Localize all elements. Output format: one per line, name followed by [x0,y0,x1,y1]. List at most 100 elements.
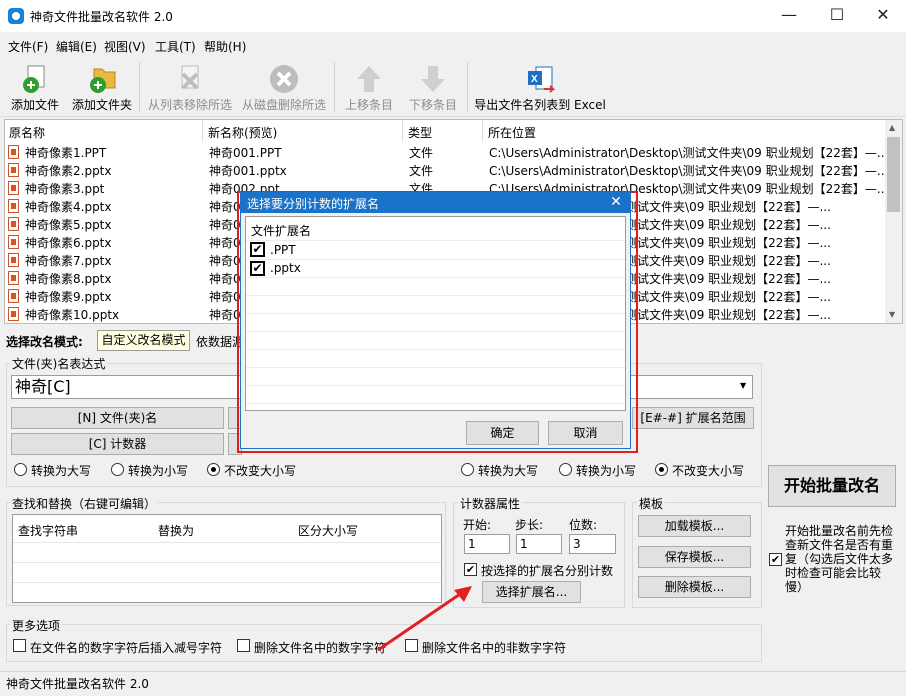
cell-new-name: 神奇0 [209,272,241,286]
divider [246,240,625,241]
checked-checkbox-icon[interactable]: ✔ [250,242,265,257]
move-up-button[interactable]: 上移条目 [340,60,398,116]
status-text: 神奇文件批量改名软件 2.0 [6,677,149,691]
ppt-file-icon [8,181,19,195]
extension-item[interactable]: .pptx [270,261,301,275]
menu-help[interactable]: 帮助(H) [204,38,246,55]
menu-file[interactable]: 文件(F) [8,38,48,55]
delete-from-disk-button[interactable]: 从磁盘删除所选 [238,60,330,116]
precheck-checkbox[interactable]: ✔ [769,553,782,566]
cell-original-name: 神奇像素8.pptx [25,272,112,286]
excel-export-icon: X [528,66,556,93]
move-up-label: 上移条目 [344,98,393,112]
ppt-file-icon [8,289,19,303]
ppt-file-icon [8,307,19,321]
table-row[interactable]: 神奇像素2.pptx 神奇001.pptx 文件 C:\Users\Administr… [5,161,888,179]
cell-original-name: 神奇像素4.pptx [25,200,112,214]
column-header-type[interactable]: 类型 [408,124,432,141]
column-header-original-name[interactable]: 原名称 [9,124,45,141]
counter-start-label: 开始: [463,518,492,532]
toolbar-separator [139,62,140,112]
cell-original-name: 神奇像素1.PPT [25,146,107,160]
add-file-button[interactable]: 添加文件 [6,60,64,116]
radio-ext-lowercase[interactable] [559,463,572,476]
radio-uppercase[interactable] [14,463,27,476]
delete-digits-checkbox[interactable] [237,639,250,652]
cell-type: 文件 [409,164,434,178]
radio-keep-case-label: 不改变大小写 [224,464,297,478]
radio-ext-uppercase[interactable] [461,463,474,476]
cell-location: \测试文件夹\09 职业规划【22套】—... [621,254,831,268]
move-down-button[interactable]: 下移条目 [404,60,462,116]
cell-location: \测试文件夹\09 职业规划【22套】—... [621,308,831,322]
toolbar-separator [334,62,335,112]
column-header-location[interactable]: 所在位置 [488,124,536,141]
radio-ext-keep-case[interactable] [655,463,668,476]
per-extension-label: 按选择的扩展名分别计数 [481,564,614,578]
ppt-file-icon [8,199,19,213]
cell-location: \测试文件夹\09 职业规划【22套】—... [621,272,831,286]
scroll-up-arrow-icon[interactable]: ▲ [889,123,895,132]
load-template-button[interactable]: 加载模板... [638,515,751,537]
divider [246,295,625,296]
remove-from-list-button[interactable]: 从列表移除所选 [144,60,236,116]
cell-original-name: 神奇像素2.pptx [25,164,112,178]
save-template-button[interactable]: 保存模板... [638,546,751,568]
remove-from-list-label: 从列表移除所选 [147,98,232,112]
radio-ext-lowercase-label: 转换为小写 [576,464,637,478]
cell-original-name: 神奇像素7.pptx [25,254,112,268]
add-folder-button[interactable]: 添加文件夹 [68,60,136,116]
export-excel-button[interactable]: X 导出文件名列表到 Excel [472,60,608,116]
per-extension-checkbox[interactable]: ✔ [464,563,477,576]
minimize-button[interactable]: — [766,0,812,32]
counter-digits-label: 位数: [569,518,598,532]
cell-new-name: 神奇0 [209,308,241,322]
radio-ext-keep-case-label: 不改变大小写 [672,464,745,478]
scroll-down-arrow-icon[interactable]: ▼ [889,310,895,319]
counter-digits-input[interactable]: 3 [569,534,616,554]
dialog-ok-button[interactable]: 确定 [466,421,539,445]
table-row[interactable]: 神奇像素1.PPT 神奇001.PPT 文件 C:\Users\Administrat… [5,143,888,161]
select-extensions-button[interactable]: 选择扩展名... [482,581,581,603]
column-divider [202,120,203,142]
cell-new-name: 神奇0 [209,254,241,268]
tab-custom-rename-mode[interactable]: 自定义改名模式 [97,330,190,351]
radio-keep-case[interactable] [207,463,220,476]
radio-ext-uppercase-label: 转换为大写 [478,464,539,478]
extension-item[interactable]: .PPT [270,243,296,257]
menu-tools[interactable]: 工具(T) [155,38,196,55]
menu-edit[interactable]: 编辑(E) [56,38,97,55]
insert-name-button[interactable]: [N] 文件(夹)名 [11,407,224,429]
delete-from-disk-icon [270,65,298,93]
counter-step-input[interactable]: 1 [516,534,562,554]
divider [246,277,625,278]
insert-dash-checkbox[interactable] [13,639,26,652]
close-button[interactable]: ✕ [860,0,906,32]
dialog-close-icon[interactable]: ✕ [606,193,626,213]
insert-counter-button[interactable]: [C] 计数器 [11,433,224,455]
checked-checkbox-icon[interactable]: ✔ [250,261,265,276]
app-icon [8,8,24,24]
move-down-label: 下移条目 [408,98,457,112]
radio-lowercase[interactable] [111,463,124,476]
radio-lowercase-label: 转换为小写 [128,464,189,478]
column-header-new-name[interactable]: 新名称(预览) [208,124,277,141]
scrollbar-thumb[interactable] [887,137,900,212]
insert-ext-range-button[interactable]: [E#-#] 扩展名范围 [632,407,754,429]
divider [13,562,441,563]
maximize-button[interactable]: ☐ [814,0,860,32]
column-header-case-sensitive: 区分大小写 [298,524,359,538]
svg-text:X: X [531,74,538,85]
start-batch-rename-button[interactable]: 开始批量改名 [768,465,896,507]
menu-view[interactable]: 视图(V) [104,38,146,55]
cell-new-name: 神奇001.PPT [209,146,282,160]
chevron-down-icon[interactable]: ▼ [740,381,746,390]
delete-template-button[interactable]: 删除模板... [638,576,751,598]
cell-location: \测试文件夹\09 职业规划【22套】—... [621,200,831,214]
window-title: 神奇文件批量改名软件 2.0 [30,10,173,24]
annotation-arrow-icon [377,586,472,652]
cell-location: \测试文件夹\09 职业规划【22套】—... [621,218,831,232]
counter-group-title: 计数器属性 [458,495,523,512]
dialog-cancel-button[interactable]: 取消 [548,421,623,445]
counter-start-input[interactable]: 1 [464,534,510,554]
